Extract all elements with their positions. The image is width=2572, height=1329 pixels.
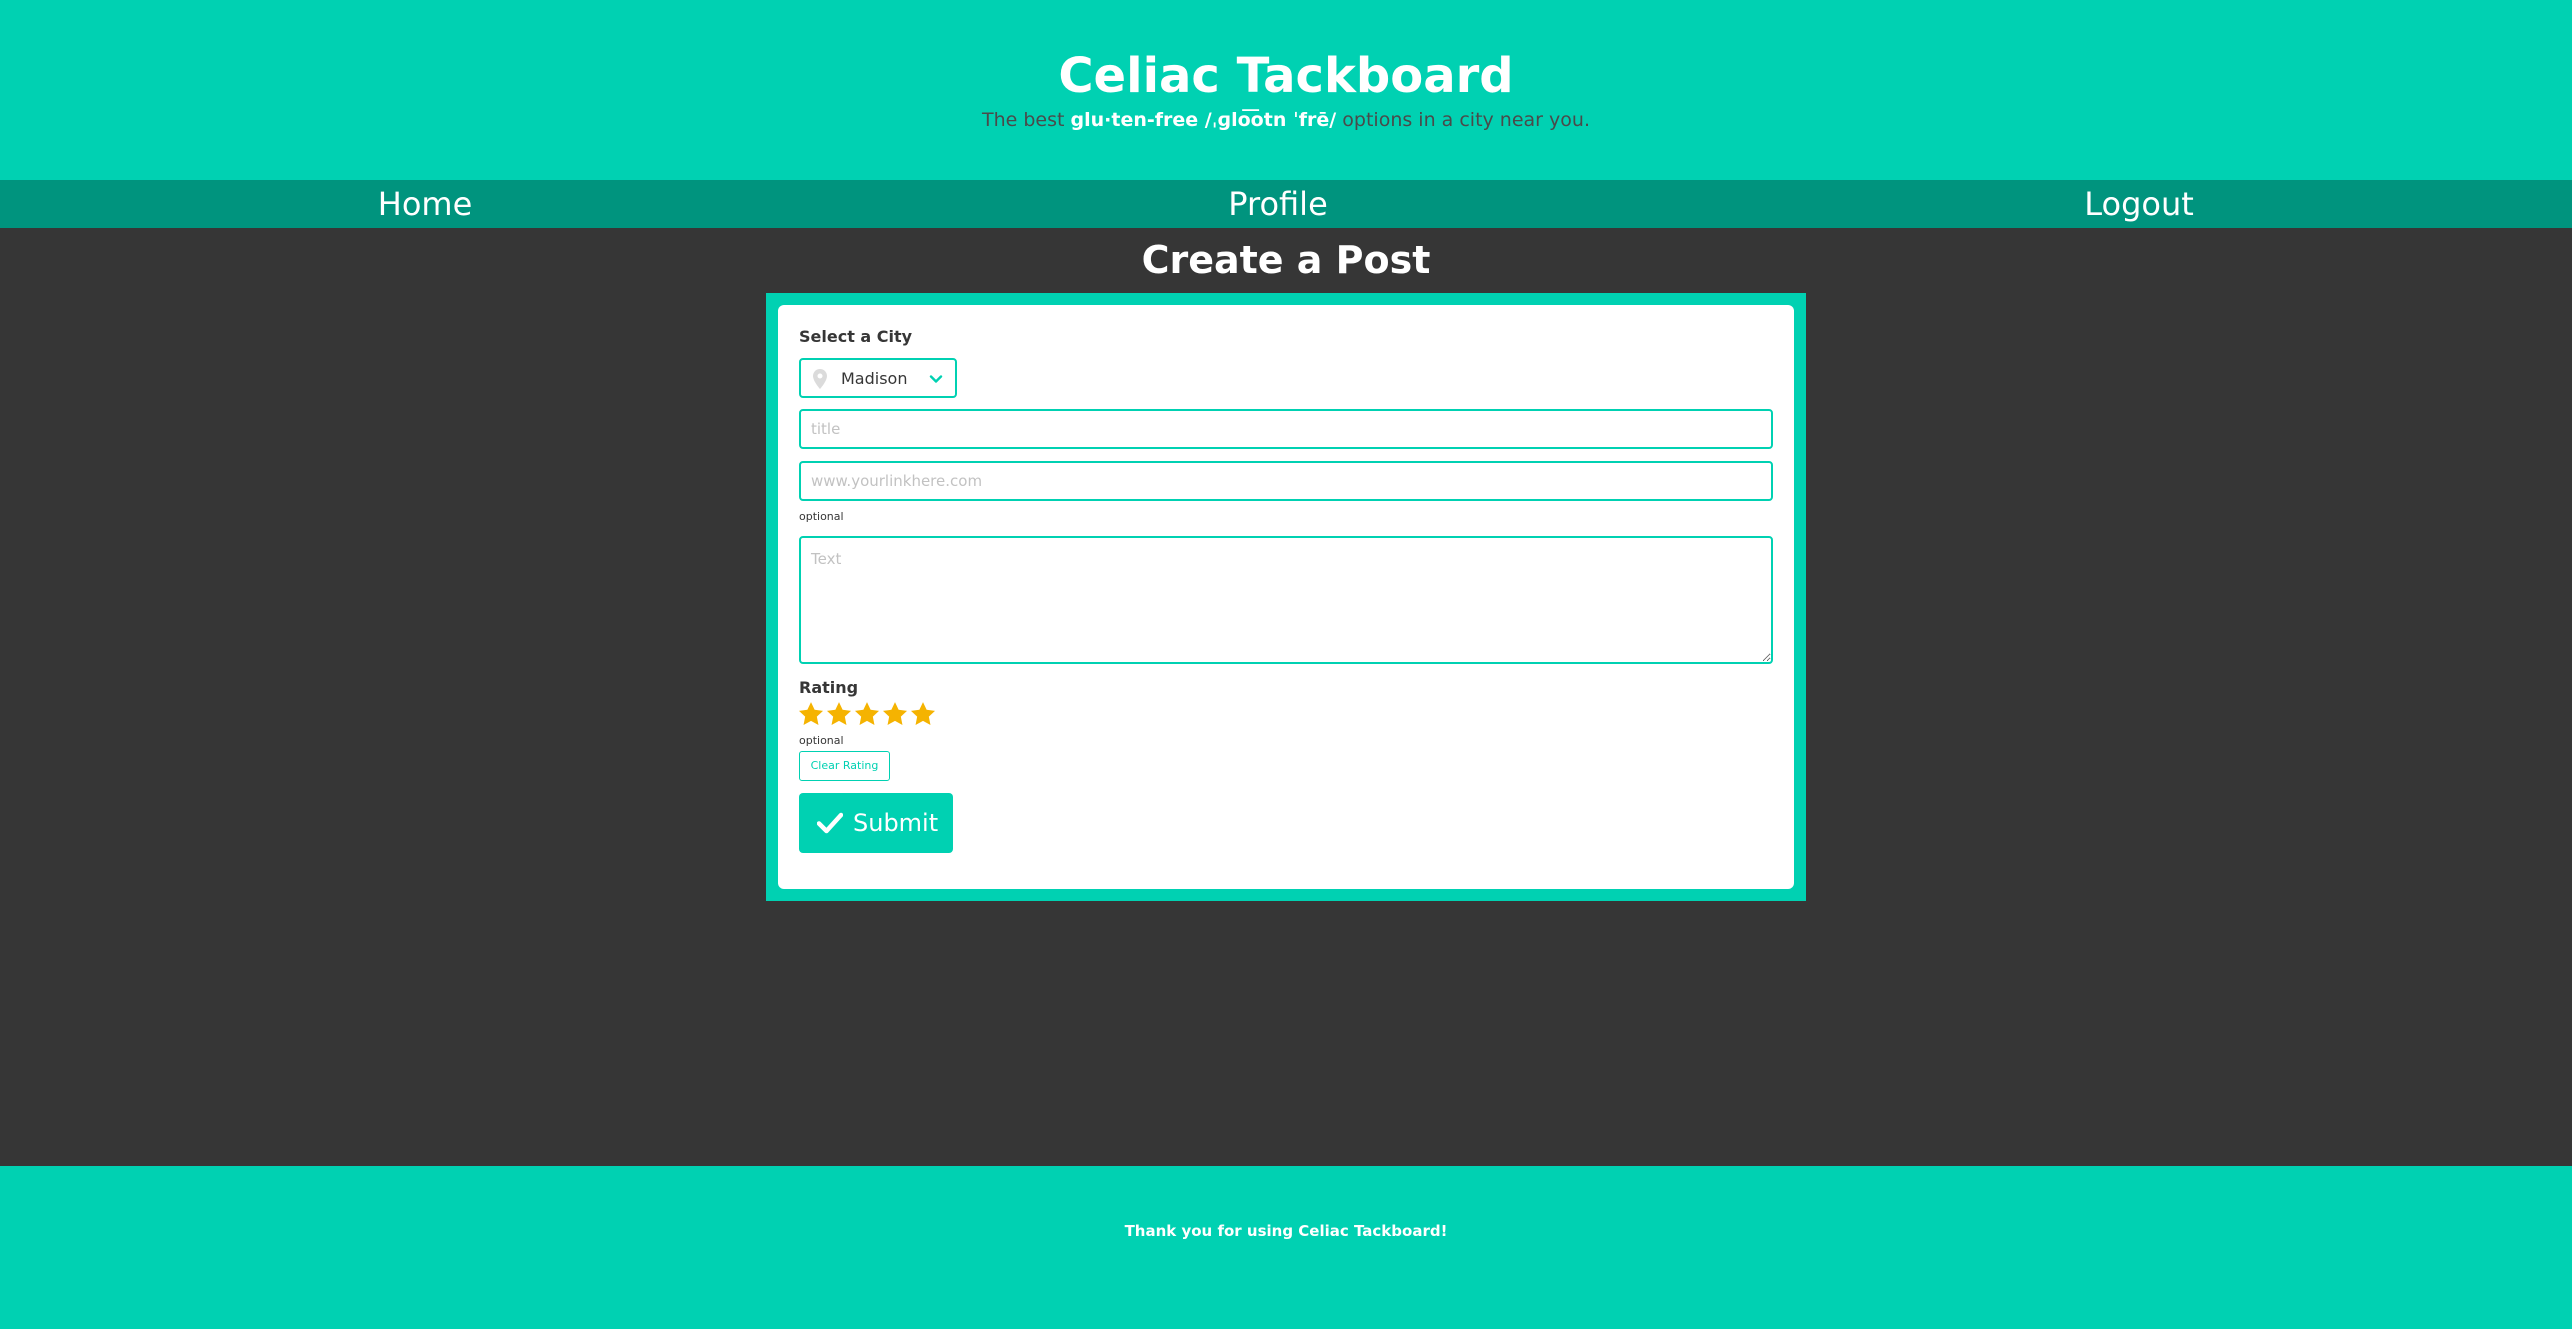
rating-stars [797,700,937,730]
star-icon[interactable] [853,700,881,728]
city-label: Select a City [799,327,913,346]
nav-logout-link[interactable]: Logout [2084,180,2194,228]
map-marker-icon [813,369,827,389]
nav-home-link[interactable]: Home [378,180,473,228]
page-footer: Thank you for using Celiac Tackboard! [0,1166,2572,1329]
site-subtitle: The best glu·ten-free /ˌɡlo͞otn ˈfrē/ op… [0,106,2572,134]
check-icon [817,812,843,834]
subtitle-suffix: options in a city near you. [1336,109,1590,131]
create-post-form: Select a City Madison optional Rating op… [778,305,1794,889]
rating-help-text: optional [799,734,844,747]
submit-button-label: Submit [853,809,939,837]
link-help-text: optional [799,510,844,523]
rating-label: Rating [799,678,859,697]
footer-text: Thank you for using Celiac Tackboard! [1124,1222,1448,1240]
title-input[interactable] [799,409,1773,449]
star-icon[interactable] [881,700,909,728]
site-title: Celiac Tackboard [1058,48,1514,104]
page-title: Create a Post [1141,238,1431,282]
star-icon[interactable] [909,700,937,728]
main-nav: Home Profile Logout [0,180,2572,228]
subtitle-highlight: glu·ten-free /ˌɡlo͞otn ˈfrē/ [1070,109,1337,131]
chevron-down-icon [929,375,943,383]
clear-rating-button[interactable]: Clear Rating [799,751,890,781]
hero-banner: Celiac Tackboard The best glu·ten-free /… [0,0,2572,180]
city-select-value: Madison [841,369,908,388]
post-form-frame: Select a City Madison optional Rating op… [766,293,1806,901]
link-input[interactable] [799,461,1773,501]
city-select[interactable]: Madison [799,358,957,398]
text-textarea[interactable] [799,536,1773,664]
star-icon[interactable] [825,700,853,728]
star-icon[interactable] [797,700,825,728]
nav-profile-link[interactable]: Profile [1228,180,1328,228]
subtitle-prefix: The best [981,109,1071,131]
submit-button[interactable]: Submit [799,793,953,853]
